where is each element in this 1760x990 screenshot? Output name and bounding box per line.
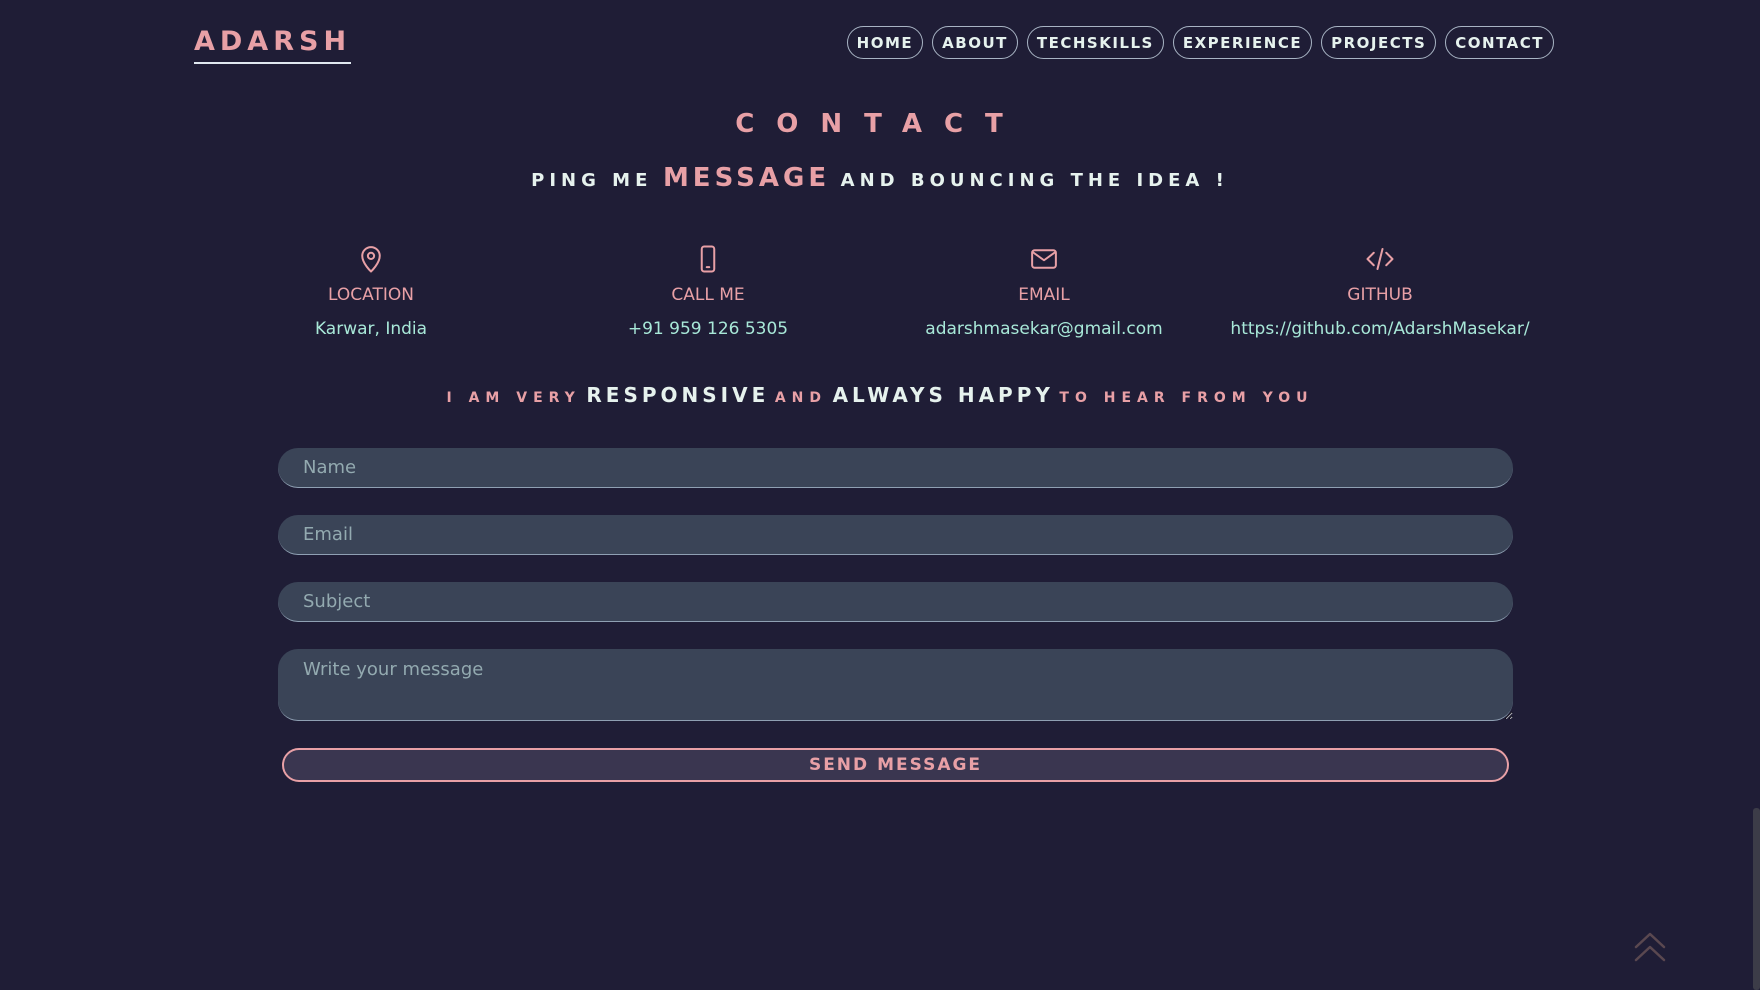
mail-icon (1031, 249, 1057, 269)
info-location-label: LOCATION (328, 285, 414, 305)
tagline-bold2: ALWAYS HAPPY (832, 383, 1054, 407)
section-title: CONTACT (735, 109, 1025, 139)
info-github-value[interactable]: https://github.com/AdarshMasekar/ (1220, 318, 1540, 340)
main-nav: HOME ABOUT TECHSKILLS EXPERIENCE PROJECT… (846, 26, 1554, 59)
name-input[interactable] (278, 448, 1513, 488)
tagline-part1: I AM VERY (446, 390, 581, 406)
nav-contact[interactable]: CONTACT (1445, 26, 1554, 59)
nav-about[interactable]: ABOUT (932, 26, 1018, 59)
brand-logo[interactable]: ADARSH (194, 24, 352, 64)
contact-form: SEND MESSAGE (278, 448, 1513, 782)
message-textarea[interactable] (278, 649, 1513, 721)
scroll-to-top-icon[interactable] (1633, 930, 1667, 964)
send-message-button[interactable]: SEND MESSAGE (282, 748, 1509, 782)
tagline-part3: TO HEAR FROM YOU (1059, 390, 1314, 406)
info-phone-label: CALL ME (671, 285, 745, 305)
email-input[interactable] (278, 515, 1513, 555)
info-email-label: EMAIL (1018, 285, 1070, 305)
code-icon (1366, 248, 1394, 270)
info-location-value: Karwar, India (314, 319, 428, 339)
section-subtitle: PING ME MESSAGE AND BOUNCING THE IDEA ! (0, 160, 1760, 199)
info-email-value[interactable]: adarshmasekar@gmail.com (884, 318, 1204, 340)
info-location: LOCATION Karwar, India (211, 244, 531, 340)
phone-icon (700, 245, 716, 273)
subtitle-part1: PING ME (531, 170, 653, 191)
tagline-bold1: RESPONSIVE (586, 383, 770, 407)
page-scrollbar[interactable] (1752, 0, 1760, 990)
info-phone-value[interactable]: +91 959 126 5305 (548, 318, 868, 340)
tagline: I AM VERY RESPONSIVE AND ALWAYS HAPPY TO… (0, 380, 1760, 413)
nav-home[interactable]: HOME (846, 26, 924, 59)
info-email: EMAIL adarshmasekar@gmail.com (884, 244, 1204, 340)
nav-experience[interactable]: EXPERIENCE (1172, 26, 1313, 59)
nav-techskills[interactable]: TECHSKILLS (1026, 26, 1164, 59)
nav-projects[interactable]: PROJECTS (1321, 26, 1437, 59)
location-pin-icon (361, 246, 381, 273)
subject-input[interactable] (278, 582, 1513, 622)
info-github: GITHUB https://github.com/AdarshMasekar/ (1220, 244, 1540, 340)
tagline-part2: AND (774, 390, 827, 406)
subtitle-part2: AND BOUNCING THE IDEA ! (840, 170, 1229, 191)
scrollbar-thumb[interactable] (1753, 808, 1760, 990)
info-github-label: GITHUB (1347, 285, 1413, 305)
info-phone: CALL ME +91 959 126 5305 (548, 244, 868, 340)
page: ADARSH HOME ABOUT TECHSKILLS EXPERIENCE … (0, 0, 1760, 990)
subtitle-highlight: MESSAGE (662, 163, 831, 193)
